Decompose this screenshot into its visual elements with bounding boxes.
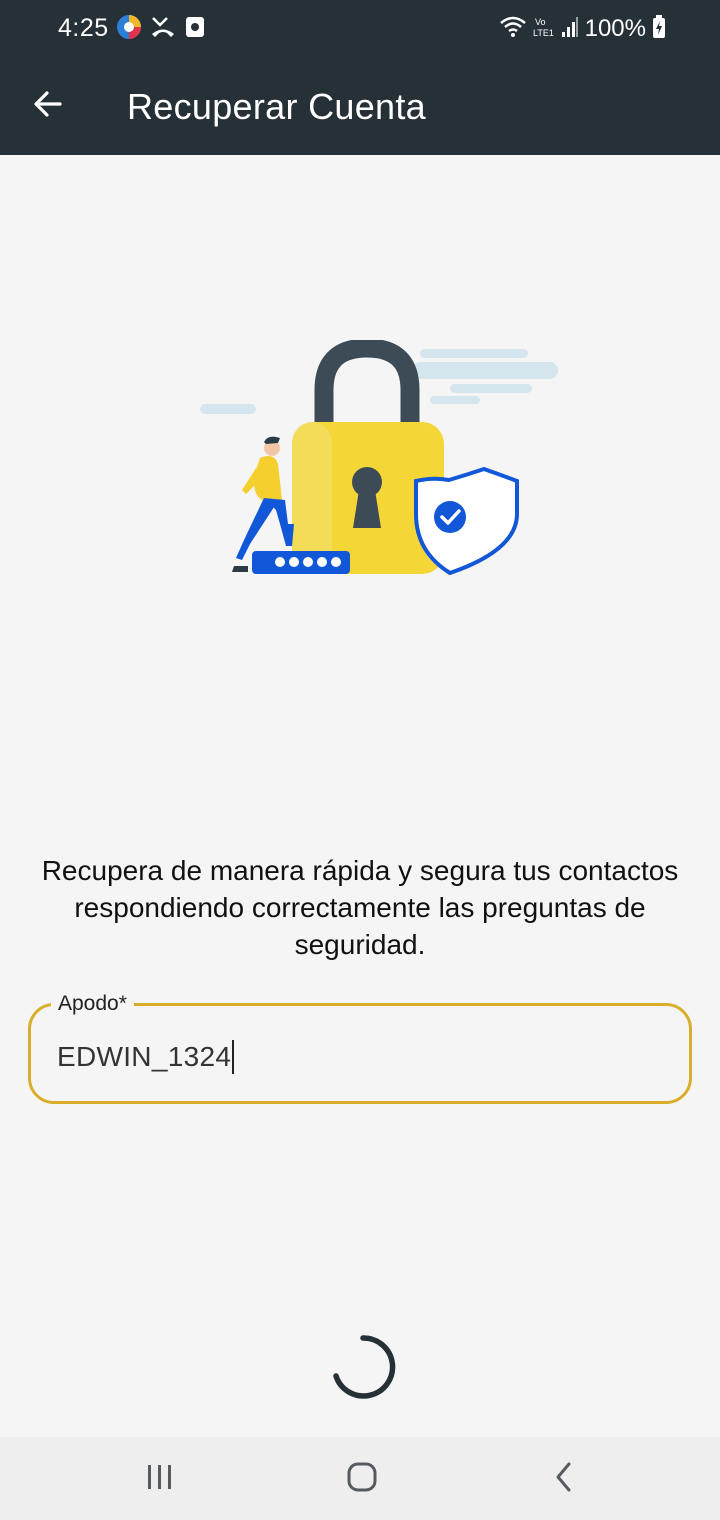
status-bar: 4:25 Vo LTE1 100% xyxy=(0,0,720,60)
description-text: Recupera de manera rápida y segura tus c… xyxy=(41,855,679,960)
shield-check-icon xyxy=(414,466,519,576)
battery-level: 100% xyxy=(584,15,646,42)
arrow-back-icon xyxy=(32,88,64,125)
svg-text:LTE1: LTE1 xyxy=(533,28,554,38)
missed-call-icon xyxy=(150,14,176,45)
nickname-value-row: EDWIN_1324 xyxy=(57,1040,235,1074)
notification-icons xyxy=(116,14,206,44)
nickname-field[interactable]: Apodo* EDWIN_1324 xyxy=(28,991,692,1104)
nav-back-button[interactable] xyxy=(534,1455,594,1503)
svg-text:Vo: Vo xyxy=(535,17,546,27)
home-button[interactable] xyxy=(332,1455,392,1503)
navigation-bar xyxy=(0,1437,720,1520)
system-icons: Vo LTE1 100% xyxy=(499,14,666,44)
volte-icon: Vo LTE1 xyxy=(533,15,555,44)
app-bar: Recuperar Cuenta xyxy=(0,60,720,155)
cloud-icon xyxy=(200,349,558,414)
text-cursor xyxy=(232,1040,235,1074)
loading-spinner xyxy=(328,1330,398,1404)
security-illustration xyxy=(190,338,570,590)
recent-apps-button[interactable] xyxy=(130,1455,190,1503)
signal-icon xyxy=(561,15,579,44)
nickname-input-value[interactable]: EDWIN_1324 xyxy=(57,1041,231,1073)
app-icon xyxy=(116,14,142,45)
password-field-icon xyxy=(252,551,350,574)
wifi-icon xyxy=(499,15,527,44)
recent-apps-icon xyxy=(145,1463,175,1496)
screenshot-icon xyxy=(184,15,206,44)
battery-charging-icon xyxy=(652,14,666,44)
page-title: Recuperar Cuenta xyxy=(127,86,426,127)
home-icon xyxy=(346,1461,378,1498)
back-button[interactable] xyxy=(26,84,70,128)
status-time: 4:25 xyxy=(58,14,109,42)
spinner-icon xyxy=(328,1335,398,1408)
chevron-left-icon xyxy=(552,1461,576,1498)
nickname-label: Apodo* xyxy=(51,991,134,1017)
